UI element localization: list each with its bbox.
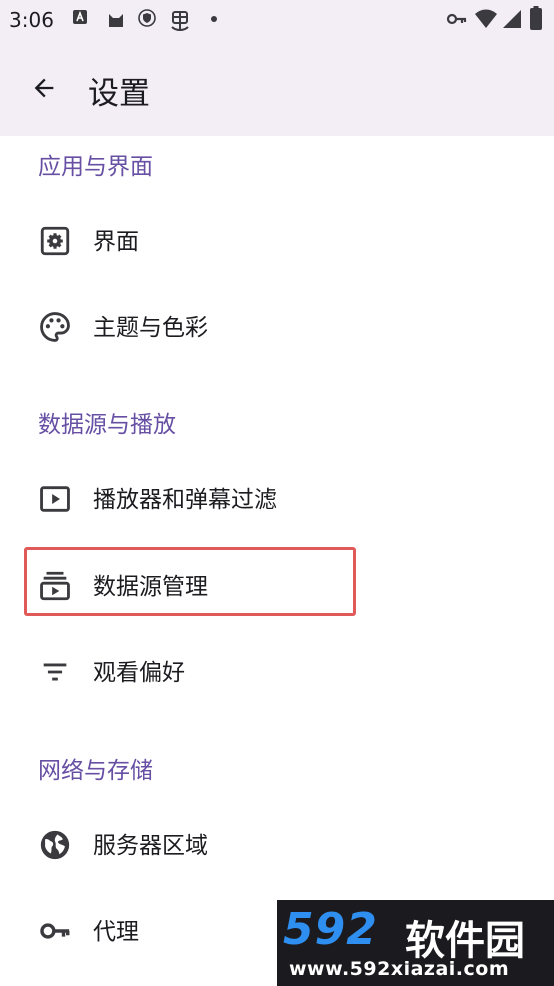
key-icon (446, 13, 467, 25)
filter-list-icon (43, 663, 67, 681)
section-header-source-playback: 数据源与播放 (38, 412, 176, 438)
section-header-app-interface: 应用与界面 (38, 154, 153, 180)
globe-icon (40, 830, 70, 860)
watermark-logo: 592 软件园 www.592xiazai.com (277, 900, 554, 986)
setting-item-viewing-preferences[interactable]: 观看偏好 (0, 631, 554, 711)
setting-item-label: 观看偏好 (93, 660, 185, 686)
setting-item-theme-colors[interactable]: 主题与色彩 (0, 286, 554, 366)
setting-item-player-danmaku-filter[interactable]: 播放器和弹幕过滤 (0, 458, 554, 538)
setting-item-label: 主题与色彩 (93, 315, 208, 341)
setting-item-label: 服务器区域 (93, 833, 208, 859)
cat-icon (109, 14, 123, 27)
setting-item-label: 代理 (93, 919, 139, 945)
gear-box-icon (40, 226, 70, 256)
shield-icon (138, 9, 156, 27)
page-title: 设置 (88, 76, 150, 112)
signal-icon (503, 10, 521, 28)
setting-item-label: 播放器和弹幕过滤 (93, 487, 277, 513)
status-time: 3:06 (9, 8, 54, 32)
highlight-box (24, 547, 356, 616)
arrow-back-icon (34, 78, 54, 98)
setting-item-label: 界面 (93, 229, 139, 255)
setting-item-server-region[interactable]: 服务器区域 (0, 804, 554, 884)
key-icon (40, 923, 70, 939)
battery-icon (530, 6, 542, 30)
back-button[interactable] (22, 66, 66, 110)
top-app-bar: 3:06 设置 (0, 0, 554, 136)
watermark-number: 592 (283, 904, 378, 955)
a-box-icon (73, 10, 87, 24)
section-header-network-storage: 网络与存储 (38, 758, 153, 784)
palette-icon (40, 312, 70, 342)
watermark-url: www.592xiazai.com (289, 958, 510, 980)
wifi-icon (475, 9, 497, 28)
setting-item-interface[interactable]: 界面 (0, 200, 554, 280)
status-bar: 3:06 (0, 0, 554, 40)
bug-icon (171, 11, 189, 31)
play-box-icon (40, 486, 70, 512)
dot-icon (211, 16, 217, 22)
